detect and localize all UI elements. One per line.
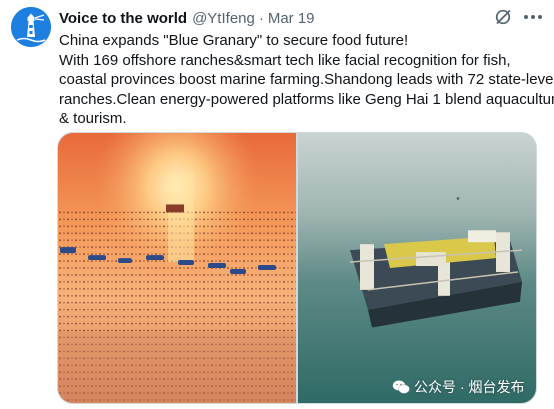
tweet-text: China expands "Blue Granary" to secure f… (59, 31, 554, 129)
watermark-text: 公众号 · 烟台发布 (414, 379, 525, 395)
wechat-watermark: 公众号 · 烟台发布 (392, 377, 524, 397)
tweet-date[interactable]: Mar 19 (268, 10, 315, 27)
tweet-media-grid (57, 132, 537, 404)
sunset-sea-ranch-photo[interactable] (58, 133, 296, 403)
header-separator: · (258, 9, 264, 27)
tweet-text-line: ranches.Clean energy-powered platforms l… (59, 90, 554, 108)
lighthouse-avatar-icon (11, 7, 51, 47)
tweet-header: Voice to the world @YtIfeng · Mar 19 (59, 7, 534, 29)
tweet-text-line: & tourism. (59, 110, 127, 127)
author-avatar[interactable] (11, 7, 51, 47)
author-handle[interactable]: @YtIfeng (192, 10, 255, 27)
tweet-text-line: China expands "Blue Granary" to secure f… (59, 32, 409, 49)
tweet-text-line: With 169 offshore ranches&smart tech lik… (59, 51, 511, 69)
grok-slash-circle-icon[interactable] (494, 8, 512, 26)
wechat-icon (392, 380, 410, 394)
more-ellipsis-icon[interactable] (522, 10, 544, 24)
tweet-text-line: coastal provinces boost marine farming.S… (59, 71, 554, 88)
offshore-platform-photo[interactable] (298, 133, 536, 403)
author-name[interactable]: Voice to the world (59, 10, 187, 27)
